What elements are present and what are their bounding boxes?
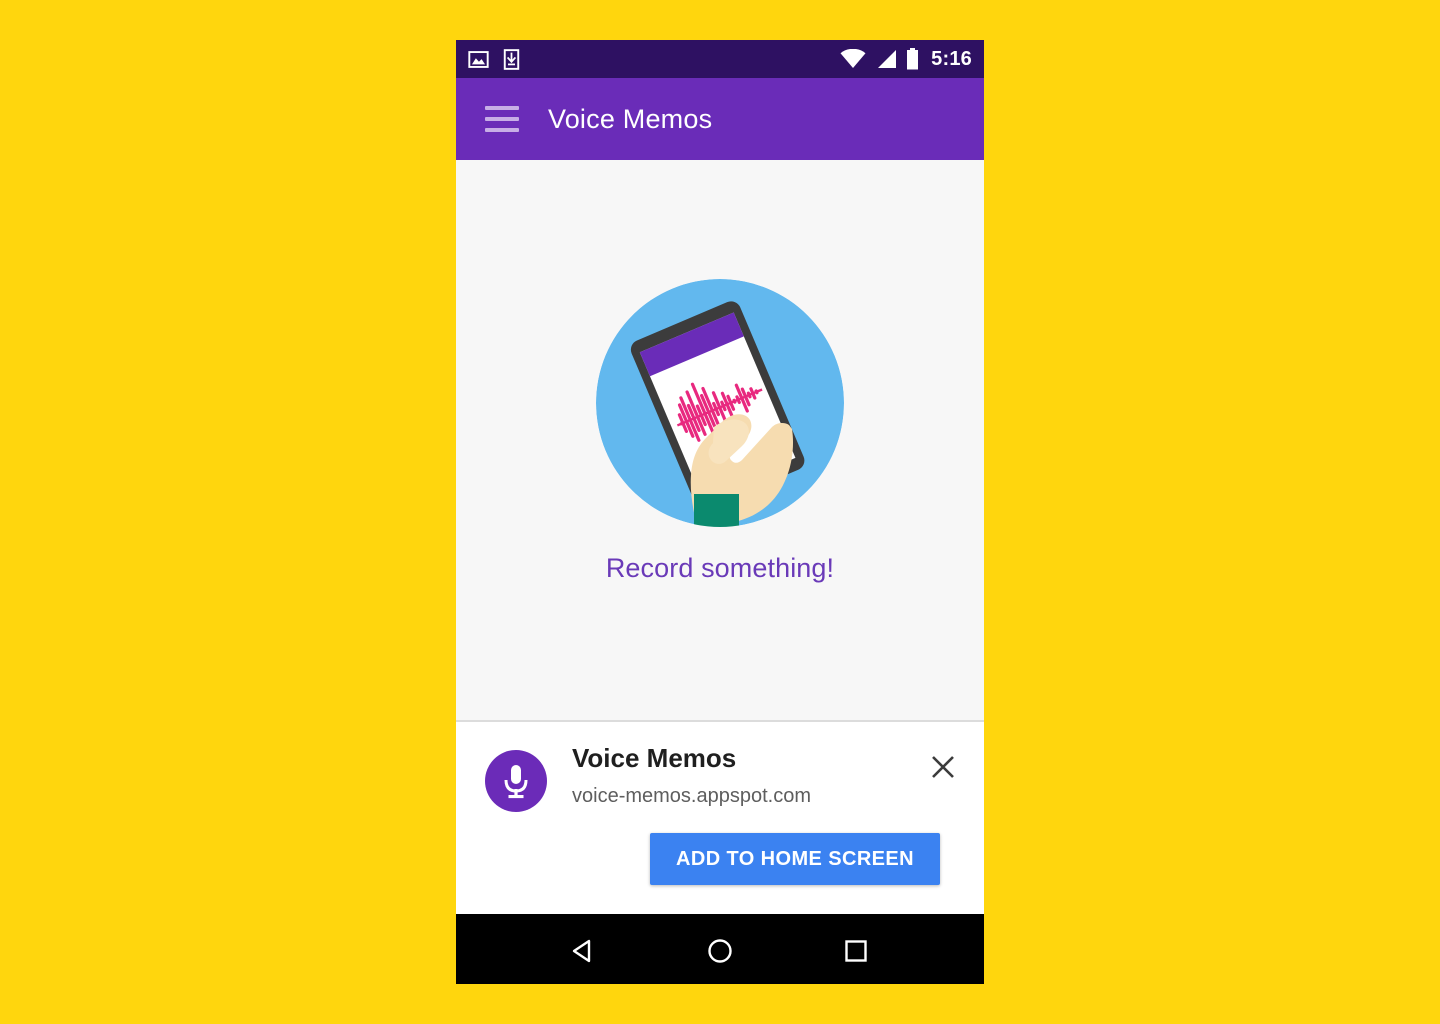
hamburger-line — [485, 117, 519, 121]
recents-button[interactable] — [829, 924, 883, 978]
download-icon — [503, 48, 520, 70]
banner-origin-url: voice-memos.appspot.com — [572, 784, 811, 807]
android-navigation-bar — [456, 914, 984, 984]
status-bar-right-icons: 5:16 — [840, 48, 972, 71]
phone-device-frame: 5:16 Voice Memos Record something! Voice… — [456, 40, 984, 984]
status-bar: 5:16 — [456, 40, 984, 78]
hand-holding-phone-waveform-illustration — [596, 278, 844, 527]
wifi-icon — [840, 49, 866, 69]
microphone-icon — [504, 765, 528, 799]
image-icon — [468, 49, 489, 70]
page-title: Voice Memos — [548, 103, 713, 134]
main-content-area: Record something! — [456, 160, 984, 720]
recents-square-icon — [845, 940, 867, 962]
battery-icon — [906, 48, 919, 70]
banner-text-block: Voice Memos voice-memos.appspot.com — [572, 743, 926, 808]
status-bar-clock: 5:16 — [931, 47, 972, 70]
signal-icon — [875, 49, 897, 69]
add-to-home-screen-button[interactable]: ADD TO HOME SCREEN — [650, 833, 940, 885]
hamburger-menu-icon[interactable] — [485, 106, 519, 132]
home-button[interactable] — [693, 924, 747, 978]
banner-app-name: Voice Memos — [572, 743, 737, 773]
app-icon — [485, 750, 547, 812]
add-to-home-screen-banner: Voice Memos voice-memos.appspot.com ADD … — [456, 720, 984, 914]
close-icon[interactable] — [926, 750, 960, 784]
back-button[interactable] — [557, 924, 611, 978]
banner-header-row: Voice Memos voice-memos.appspot.com — [485, 743, 960, 812]
banner-actions: ADD TO HOME SCREEN — [485, 833, 960, 885]
empty-state-message: Record something! — [605, 552, 835, 583]
back-triangle-icon — [572, 939, 591, 963]
app-bar: Voice Memos — [456, 78, 984, 160]
hamburger-line — [485, 128, 519, 132]
status-bar-left-icons — [468, 48, 520, 70]
hamburger-line — [485, 106, 519, 110]
home-circle-icon — [708, 939, 732, 963]
